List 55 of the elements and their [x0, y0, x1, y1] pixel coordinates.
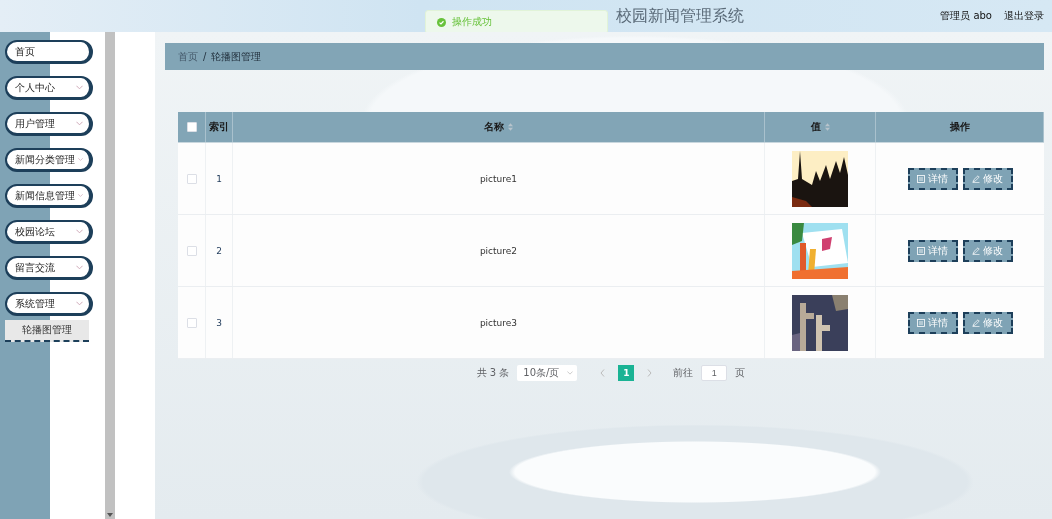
page-unit: 页 — [735, 366, 746, 380]
toast-message: 操作成功 — [452, 15, 492, 29]
page-input[interactable]: 1 — [701, 365, 728, 381]
select-all-checkbox[interactable] — [186, 122, 197, 132]
menu-item[interactable]: 校园论坛 — [5, 220, 93, 244]
menu-item[interactable]: 首页 — [5, 40, 93, 64]
row-checkbox[interactable] — [186, 317, 197, 328]
chevron-down-icon — [76, 265, 83, 270]
pencil-icon — [972, 318, 980, 327]
column-header: 索引 — [209, 120, 229, 134]
sort-icon[interactable] — [824, 123, 830, 131]
sort-icon[interactable] — [508, 123, 513, 131]
chevron-down-icon — [567, 371, 574, 375]
breadcrumb-separator: / — [203, 51, 207, 62]
table-cell: 3 — [216, 317, 222, 328]
row-checkbox[interactable] — [186, 245, 197, 256]
scrollbar[interactable] — [105, 32, 115, 519]
chevron-down-icon — [78, 193, 83, 198]
menu-item[interactable]: 用户管理 — [5, 112, 93, 136]
menu-item[interactable]: 新闻信息管理 — [5, 184, 93, 208]
previous-page-icon[interactable] — [600, 369, 606, 377]
scroll-down-icon — [107, 513, 113, 517]
menu-item[interactable]: 新闻分类管理 — [5, 148, 93, 172]
total-count: 共 3 条 — [476, 366, 510, 380]
page-size-select[interactable]: 10条/页 — [517, 365, 578, 381]
submenu-item[interactable]: 轮播图管理 — [5, 320, 89, 342]
chevron-down-icon — [76, 85, 83, 90]
next-page-icon[interactable] — [647, 369, 653, 377]
logout-link[interactable]: 退出登录 — [1004, 9, 1044, 23]
document-icon — [917, 174, 925, 183]
user-name: 管理员 abo — [940, 9, 992, 23]
table-cell: 2 — [216, 245, 222, 256]
table-cell: picture3 — [479, 317, 518, 328]
column-header: 操作 — [949, 120, 970, 134]
success-icon — [437, 17, 446, 27]
chevron-down-icon — [78, 157, 83, 162]
row-checkbox[interactable] — [186, 173, 197, 184]
menu-item[interactable]: 系统管理 — [5, 292, 93, 316]
breadcrumb-item: 轮播图管理 — [211, 49, 262, 64]
pencil-icon — [972, 174, 980, 183]
goto-label: 前往 — [673, 366, 694, 380]
chevron-down-icon — [76, 229, 83, 234]
app-title: 校园新闻管理系统 — [616, 5, 744, 27]
table-cell: 1 — [216, 173, 222, 184]
menu-item[interactable]: 个人中心 — [5, 76, 93, 100]
chevron-down-icon — [76, 301, 83, 306]
table-cell: picture1 — [479, 173, 518, 184]
document-icon — [917, 246, 925, 255]
pencil-icon — [972, 246, 980, 255]
column-header[interactable]: 名称 — [484, 120, 504, 134]
table-cell: picture2 — [479, 245, 518, 256]
menu-item[interactable]: 留言交流 — [5, 256, 93, 280]
column-header[interactable]: 值 — [810, 120, 821, 134]
chevron-down-icon — [76, 121, 83, 126]
document-icon — [917, 318, 925, 327]
